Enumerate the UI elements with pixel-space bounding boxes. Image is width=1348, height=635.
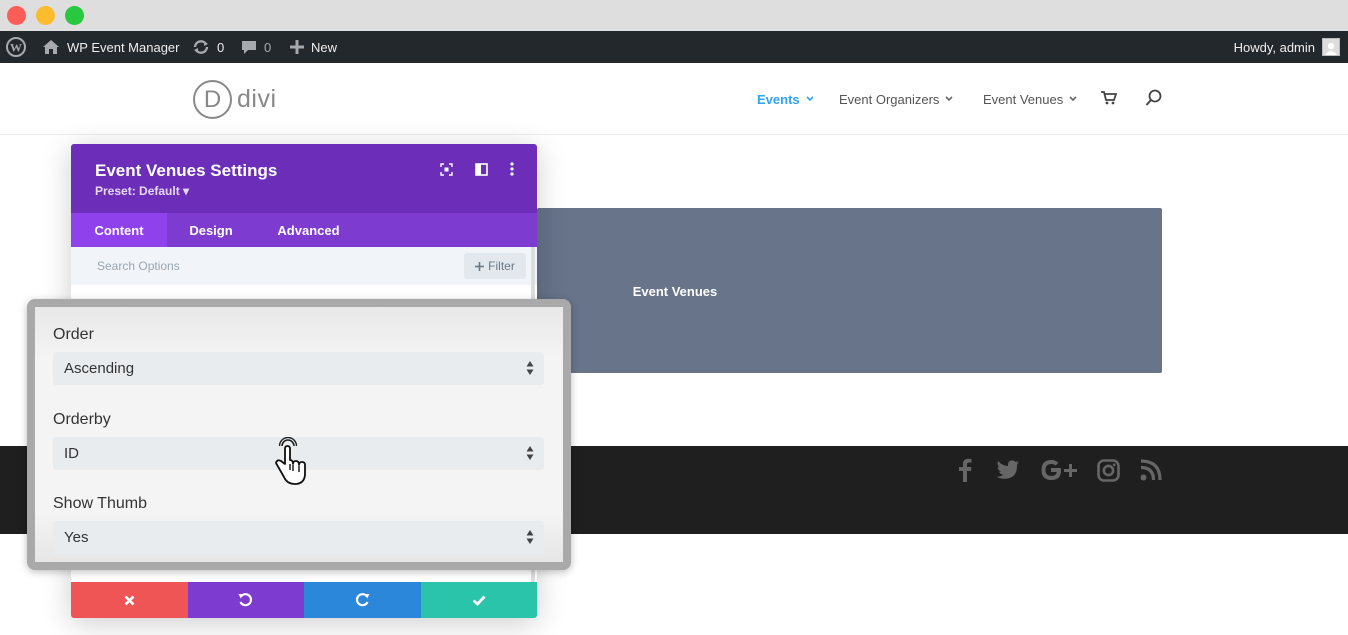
nav-item-label: Event Organizers: [839, 91, 940, 107]
comments-count: 0: [264, 39, 272, 55]
discard-button[interactable]: [71, 582, 188, 618]
close-icon: [124, 595, 135, 605]
nav-item-events[interactable]: Events: [757, 63, 814, 135]
refresh-icon: [193, 40, 209, 54]
avatar: [1322, 38, 1340, 56]
comment-icon: [242, 41, 256, 54]
nav-item-label: Event Venues: [983, 91, 1064, 107]
show-thumb-value: Yes: [64, 529, 89, 546]
search-options-input[interactable]: Search Options: [97, 247, 180, 285]
zoomed-options-content: Order Ascending Orderby ID Show Thumb Ye…: [35, 307, 563, 562]
redo-button[interactable]: [304, 582, 421, 618]
home-icon: [43, 40, 59, 54]
plus-icon: [475, 261, 485, 271]
google-plus-icon[interactable]: [1040, 456, 1078, 484]
filter-label: Filter: [488, 259, 515, 273]
order-label: Order: [53, 326, 94, 343]
panel-action-bar: [71, 582, 537, 618]
facebook-icon[interactable]: [958, 456, 972, 484]
maximize-window-button[interactable]: [65, 6, 84, 25]
panel-tabs: Content Design Advanced: [71, 213, 537, 247]
comments-menu[interactable]: 0: [241, 31, 271, 63]
twitter-icon[interactable]: [996, 456, 1020, 484]
show-thumb-select[interactable]: Yes: [53, 521, 544, 554]
expand-icon[interactable]: [438, 161, 454, 177]
account-menu[interactable]: Howdy, admin: [1234, 31, 1340, 63]
nav-item-label: Events: [757, 91, 800, 107]
instagram-icon[interactable]: [1097, 456, 1120, 484]
nav-item-event-organizers[interactable]: Event Organizers: [839, 63, 954, 135]
cart-icon[interactable]: [1101, 91, 1118, 110]
options-search-bar: Search Options Filter: [71, 247, 537, 285]
site-logo[interactable]: D divi: [193, 80, 277, 119]
panel-header[interactable]: Event Venues Settings Preset: Default ▾: [71, 144, 537, 213]
user-icon: [1325, 42, 1337, 55]
filter-button[interactable]: Filter: [464, 253, 526, 279]
logo-mark: D: [193, 80, 232, 119]
select-arrows-icon: [526, 361, 534, 375]
chevron-down-icon: [945, 94, 954, 104]
wordpress-icon: W: [6, 37, 26, 57]
orderby-label: Orderby: [53, 411, 111, 428]
event-venues-module[interactable]: Event Venues: [537, 208, 1162, 373]
plus-icon: [290, 40, 304, 54]
panel-title: Event Venues Settings: [95, 161, 278, 180]
select-arrows-icon: [526, 530, 534, 544]
preset-selector[interactable]: Preset: Default ▾: [95, 184, 189, 198]
save-button[interactable]: [420, 582, 537, 618]
order-value: Ascending: [64, 360, 135, 377]
more-options-icon[interactable]: [504, 161, 520, 177]
zoomed-options-callout: Order Ascending Orderby ID Show Thumb Ye…: [27, 299, 571, 570]
close-window-button[interactable]: [7, 6, 26, 25]
module-title: Event Venues: [632, 284, 718, 299]
undo-icon: [238, 593, 253, 607]
undo-button[interactable]: [187, 582, 304, 618]
minimize-window-button[interactable]: [36, 6, 55, 25]
updates-count: 0: [217, 39, 225, 55]
updates-menu[interactable]: 0: [192, 31, 224, 63]
svg-text:W: W: [10, 41, 22, 55]
rss-icon[interactable]: [1140, 456, 1162, 484]
site-name-menu[interactable]: WP Event Manager: [42, 31, 179, 63]
hand-pointer-cursor-icon: [268, 436, 310, 496]
tab-advanced[interactable]: Advanced: [255, 213, 362, 247]
chevron-down-icon: [806, 94, 814, 104]
new-label: New: [311, 39, 338, 55]
wp-admin-bar: W WP Event Manager 0 0 New Howdy, admin: [0, 31, 1348, 63]
nav-item-event-venues[interactable]: Event Venues: [983, 63, 1077, 135]
checkmark-icon: [472, 595, 486, 606]
new-content-menu[interactable]: New: [290, 31, 337, 63]
tab-design[interactable]: Design: [167, 213, 255, 247]
sidebar-layout-icon[interactable]: [473, 161, 489, 177]
order-select[interactable]: Ascending: [53, 352, 544, 385]
show-thumb-label: Show Thumb: [53, 495, 147, 512]
select-arrows-icon: [526, 446, 534, 460]
wordpress-logo-menu[interactable]: W: [6, 31, 26, 63]
redo-icon: [355, 593, 370, 607]
site-name-label: WP Event Manager: [67, 39, 180, 55]
window-titlebar: [0, 0, 1348, 31]
howdy-label: Howdy, admin: [1233, 39, 1315, 55]
orderby-value: ID: [64, 445, 79, 462]
search-icon[interactable]: [1145, 89, 1163, 112]
chevron-down-icon: [1069, 94, 1077, 104]
tab-content[interactable]: Content: [71, 213, 167, 247]
site-header: D divi Events Event Organizers Event Ven…: [0, 63, 1348, 135]
logo-text: divi: [237, 85, 277, 113]
